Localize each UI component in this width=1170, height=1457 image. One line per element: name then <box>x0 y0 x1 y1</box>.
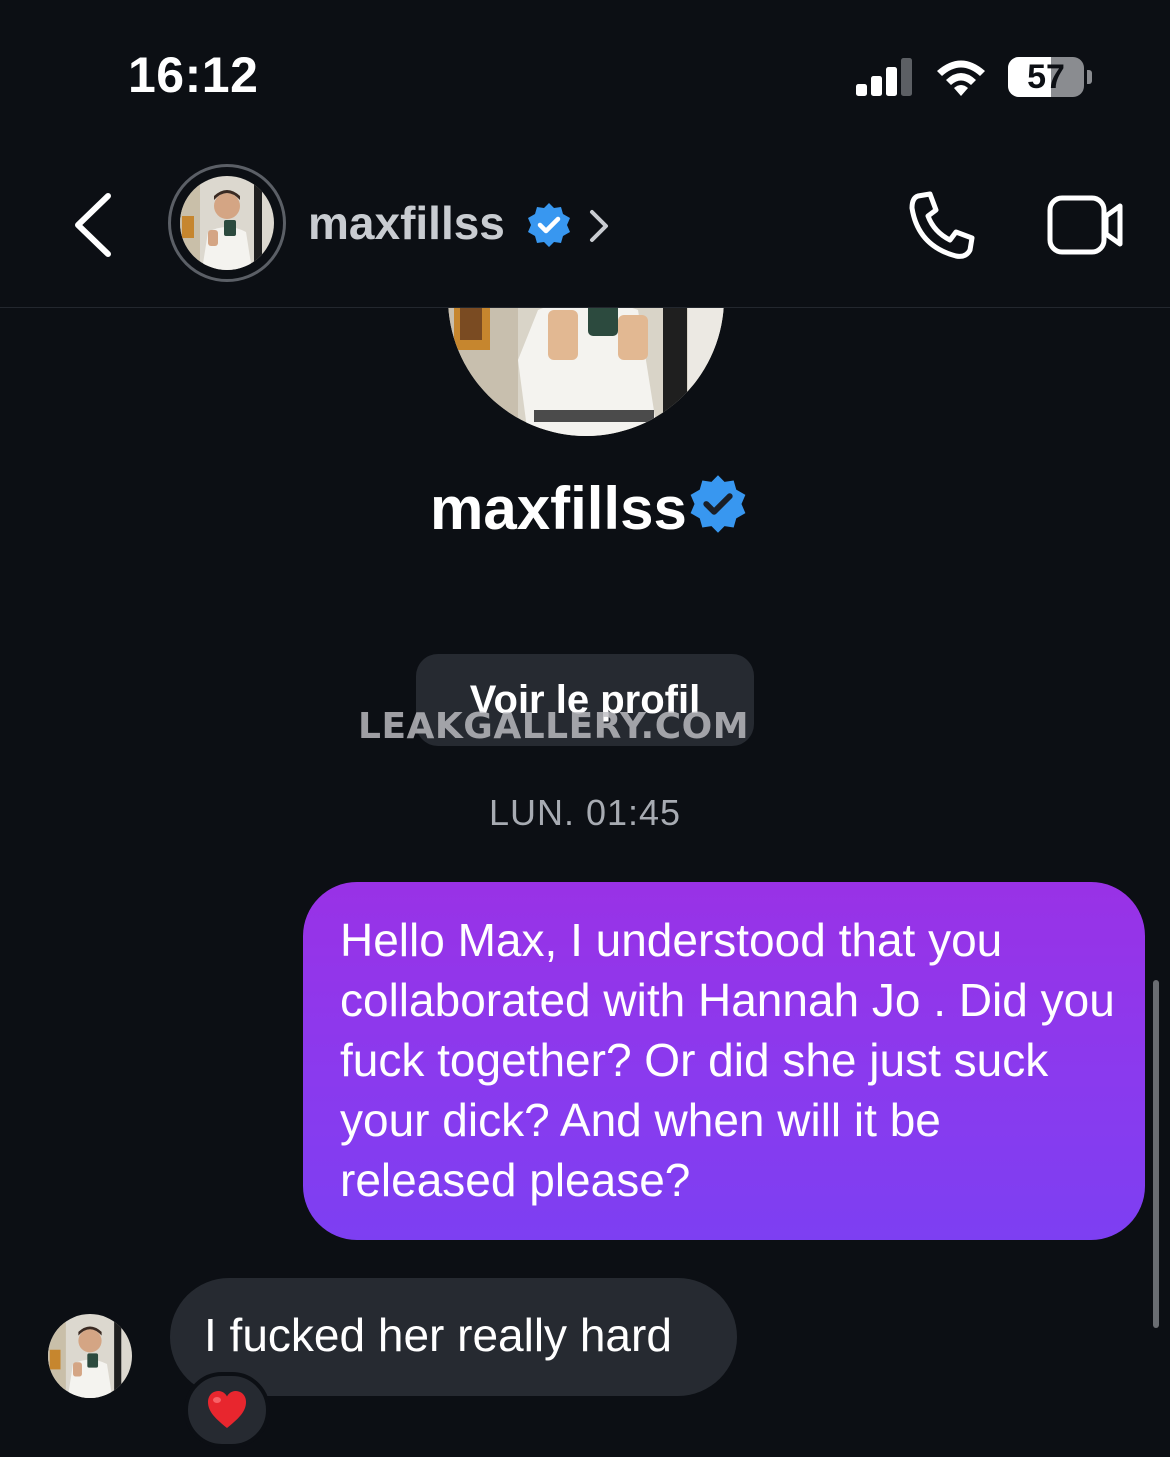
verified-badge-icon <box>690 475 746 533</box>
sender-avatar[interactable] <box>48 1314 132 1398</box>
profile-username: maxfillss <box>430 475 687 542</box>
verified-badge-icon <box>528 203 570 247</box>
phone-icon[interactable] <box>904 188 980 264</box>
battery-icon: 57 <box>1008 57 1084 97</box>
video-camera-icon[interactable] <box>1046 192 1126 258</box>
back-chevron-icon[interactable] <box>64 190 124 260</box>
incoming-message-bubble[interactable]: I fucked her really hard <box>170 1278 737 1396</box>
heart-icon <box>208 1391 246 1428</box>
battery-nub <box>1087 70 1092 84</box>
scrollbar[interactable] <box>1153 980 1159 1328</box>
wifi-icon <box>937 60 985 96</box>
battery-level: 57 <box>1027 58 1065 96</box>
outgoing-message-text: Hello Max, I understood that you collabo… <box>340 914 1115 1206</box>
header-divider <box>0 307 1170 308</box>
cellular-signal-icon <box>856 58 912 96</box>
conversation-timestamp: LUN. 01:45 <box>488 792 682 833</box>
watermark: LEAKGALLERY.COM <box>358 706 750 747</box>
header-avatar[interactable] <box>180 176 274 270</box>
chevron-right-icon[interactable] <box>586 206 612 246</box>
dm-screen: 16:12 57 maxfillss maxfillss Voir le pro… <box>0 0 1170 1457</box>
header-username[interactable]: maxfillss <box>308 196 505 250</box>
incoming-message-text: I fucked her really hard <box>204 1309 672 1361</box>
status-time: 16:12 <box>128 47 259 103</box>
heart-reaction[interactable] <box>184 1372 270 1448</box>
outgoing-message-bubble[interactable]: Hello Max, I understood that you collabo… <box>303 882 1145 1240</box>
